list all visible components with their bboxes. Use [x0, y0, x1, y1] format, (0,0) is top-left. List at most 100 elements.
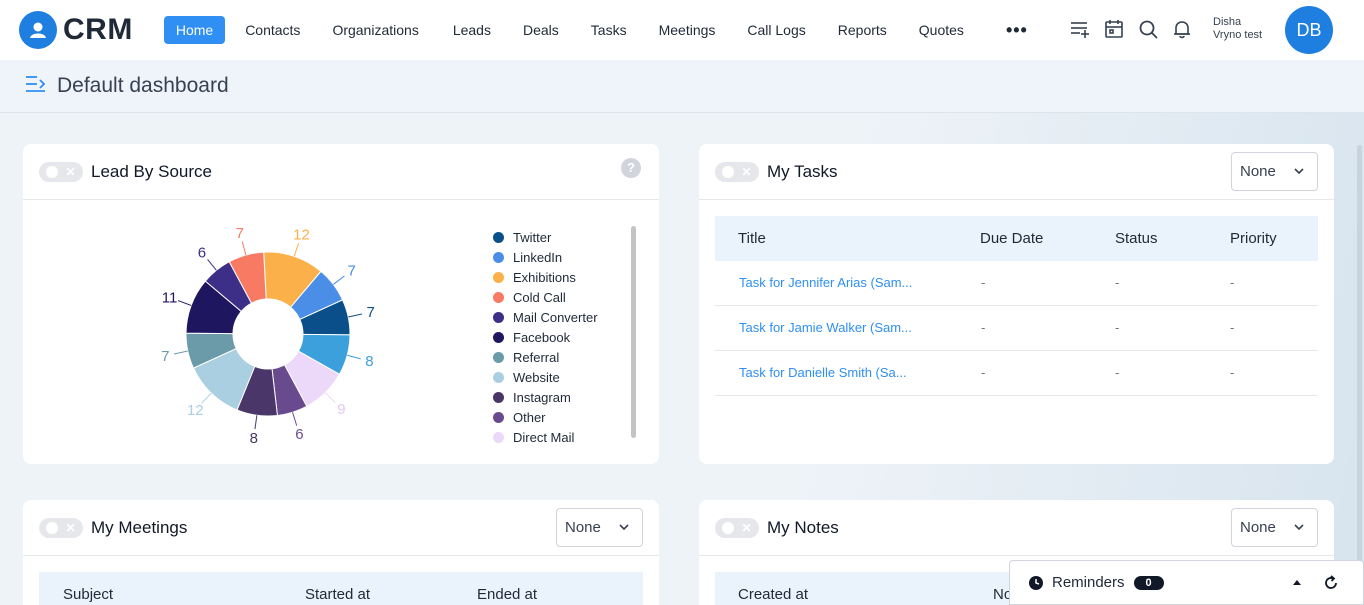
slice-leader-line: [348, 313, 363, 318]
slice-leader-line: [207, 259, 217, 271]
status-cell: -: [1115, 275, 1120, 290]
column-header[interactable]: Due Date: [980, 230, 1043, 247]
slice-value-label: 7: [236, 225, 244, 242]
bell-icon[interactable]: [1169, 16, 1195, 42]
legend-item[interactable]: Direct Mail: [493, 427, 598, 447]
legend-swatch: [493, 311, 504, 323]
column-header[interactable]: Status: [1115, 230, 1158, 247]
reminders-label: Reminders: [1052, 574, 1125, 591]
card-header: ✕ My Notes None: [699, 500, 1334, 556]
slice-leader-line: [292, 412, 298, 426]
chevron-down-icon: [1294, 524, 1304, 531]
user-first-line: Disha: [1213, 16, 1242, 28]
widget-toggle[interactable]: ✕: [715, 161, 759, 182]
column-header[interactable]: Started at: [305, 586, 370, 603]
nav-home[interactable]: Home: [163, 16, 226, 44]
add-list-icon[interactable]: [1067, 16, 1093, 42]
caret-up-icon[interactable]: [1291, 577, 1303, 587]
legend-item[interactable]: Other: [493, 407, 598, 427]
widget-toggle[interactable]: ✕: [715, 517, 759, 538]
nav-deals[interactable]: Deals: [511, 16, 571, 44]
page-scrollbar[interactable]: [1357, 145, 1362, 565]
nav-leads[interactable]: Leads: [441, 16, 503, 44]
top-icon-group: [1067, 16, 1203, 42]
dashboard-header: Default dashboard: [0, 60, 1364, 113]
calendar-icon[interactable]: [1101, 16, 1127, 42]
card-header: ✕ Lead By Source ?: [23, 144, 659, 200]
logo-text: CRM: [63, 13, 133, 46]
column-header[interactable]: Priority: [1230, 230, 1277, 247]
nav-organizations[interactable]: Organizations: [320, 16, 430, 44]
widget-toggle[interactable]: ✕: [39, 161, 83, 182]
lead-source-donut-chart: 12 7 7 8 9 6 8 12 7 11 6 7: [161, 225, 375, 447]
slice-leader-line: [177, 300, 192, 306]
legend-swatch: [493, 231, 504, 243]
task-title-link[interactable]: Task for Danielle Smith (Sa...: [739, 365, 907, 380]
legend-swatch: [493, 411, 504, 423]
slice-leader-line: [333, 275, 345, 285]
legend-item[interactable]: Mail Converter: [493, 307, 598, 327]
legend-item[interactable]: Twitter: [493, 227, 598, 247]
search-icon[interactable]: [1135, 16, 1161, 42]
legend-label: Mail Converter: [513, 309, 598, 325]
slice-leader-line: [173, 350, 188, 355]
legend-swatch: [493, 431, 504, 443]
reminders-bar[interactable]: Reminders 0: [1009, 560, 1364, 605]
due-date-cell: -: [981, 320, 986, 335]
table-row[interactable]: Task for Danielle Smith (Sa... - - -: [715, 351, 1318, 396]
nav-quotes[interactable]: Quotes: [907, 16, 976, 44]
legend-item[interactable]: Instagram: [493, 387, 598, 407]
legend-label: Facebook: [513, 329, 571, 345]
nav-contacts[interactable]: Contacts: [233, 16, 312, 44]
legend-label: Instagram: [513, 389, 571, 405]
column-header[interactable]: Created at: [738, 586, 808, 603]
help-icon[interactable]: ?: [621, 158, 641, 178]
widget-toggle[interactable]: ✕: [39, 517, 83, 538]
refresh-icon[interactable]: [1322, 574, 1340, 592]
slice-leader-line: [293, 242, 300, 257]
nav-meetings[interactable]: Meetings: [647, 16, 728, 44]
legend-item[interactable]: Exhibitions: [493, 267, 598, 287]
notes-filter-select[interactable]: None: [1231, 508, 1318, 547]
legend-item[interactable]: Referral: [493, 347, 598, 367]
nav-reports[interactable]: Reports: [826, 16, 899, 44]
table-row[interactable]: Task for Jennifer Arias (Sam... - - -: [715, 261, 1318, 306]
legend-label: Exhibitions: [513, 269, 576, 285]
status-cell: -: [1115, 365, 1120, 380]
legend-swatch: [493, 271, 504, 283]
avatar[interactable]: DB: [1285, 6, 1333, 54]
task-title-link[interactable]: Task for Jamie Walker (Sam...: [739, 320, 912, 335]
top-navbar: CRM Home Contacts Organizations Leads De…: [0, 0, 1364, 60]
card-title: Lead By Source: [91, 161, 212, 181]
task-title-link[interactable]: Task for Jennifer Arias (Sam...: [739, 275, 912, 290]
legend-label: LinkedIn: [513, 249, 563, 265]
legend-item[interactable]: Facebook: [493, 327, 598, 347]
slice-value-label: 7: [347, 263, 355, 280]
my-meetings-card: ✕ My Meetings None Subject Started at En…: [23, 500, 659, 605]
column-header[interactable]: Subject: [63, 586, 113, 603]
more-nav-icon[interactable]: •••: [1006, 20, 1028, 41]
reminders-count-badge: 0: [1133, 575, 1164, 590]
legend-item[interactable]: LinkedIn: [493, 247, 598, 267]
table-row[interactable]: Task for Jamie Walker (Sam... - - -: [715, 306, 1318, 351]
sidebar-toggle-icon[interactable]: [25, 75, 47, 98]
column-header[interactable]: Title: [738, 230, 766, 247]
nav-tasks[interactable]: Tasks: [579, 16, 639, 44]
tasks-filter-select[interactable]: None: [1231, 152, 1318, 191]
meetings-filter-select[interactable]: None: [556, 508, 643, 547]
legend-scrollbar[interactable]: [631, 226, 636, 438]
legend-swatch: [493, 331, 504, 343]
logo-user-icon: [19, 11, 57, 49]
app-logo[interactable]: CRM: [19, 11, 133, 49]
legend-label: Website: [513, 369, 560, 385]
chevron-down-icon: [1294, 168, 1304, 175]
legend-item[interactable]: Website: [493, 367, 598, 387]
slice-value-label: 8: [250, 430, 258, 447]
column-header[interactable]: Ended at: [477, 586, 537, 603]
priority-cell: -: [1230, 320, 1235, 335]
user-name[interactable]: Disha Vryno test: [1213, 16, 1262, 42]
slice-value-label: 12: [293, 226, 310, 243]
nav-call-logs[interactable]: Call Logs: [735, 16, 817, 44]
due-date-cell: -: [981, 365, 986, 380]
legend-item[interactable]: Cold Call: [493, 287, 598, 307]
